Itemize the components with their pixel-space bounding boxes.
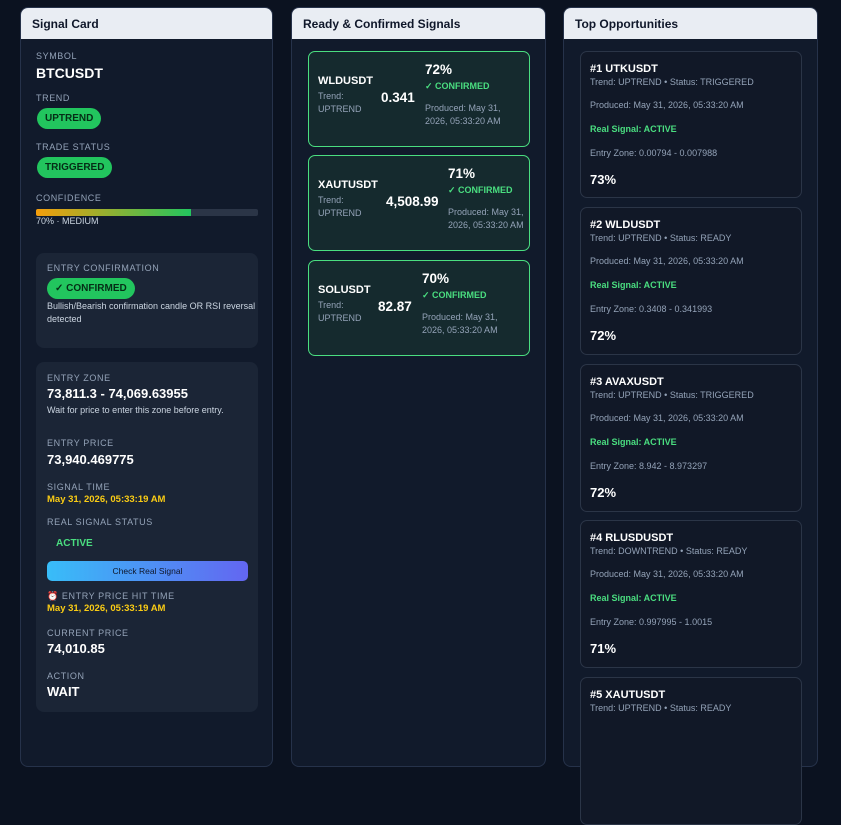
trade-status-label: TRADE STATUS <box>36 142 111 152</box>
ready-signals-title: Ready & Confirmed Signals <box>292 8 545 39</box>
current-price-label: CURRENT PRICE <box>47 628 129 638</box>
entry-price-hit-time-value: May 31, 2026, 05:33:19 AM <box>47 603 166 614</box>
real-signal-status-value: ACTIVE <box>56 538 93 549</box>
entry-zone-label: ENTRY ZONE <box>47 373 111 383</box>
opportunity-card[interactable]: #5 XAUTUSDT Trend: UPTREND • Status: REA… <box>580 677 802 825</box>
current-price-value: 74,010.85 <box>47 641 105 656</box>
signal-card-item[interactable]: WLDUSDT Trend: UPTREND 0.341 72% ✓ CONFI… <box>308 51 530 147</box>
opportunity-status: Trend: UPTREND • Status: TRIGGERED <box>590 77 754 87</box>
confidence-label: CONFIDENCE <box>36 193 102 203</box>
opportunity-real-signal: Real Signal: ACTIVE <box>590 593 677 603</box>
opportunity-status: Trend: DOWNTREND • Status: READY <box>590 546 748 556</box>
opportunity-confidence: 72% <box>590 328 617 343</box>
opportunity-card[interactable]: #2 WLDUSDT Trend: UPTREND • Status: READ… <box>580 207 802 355</box>
symbol-label: SYMBOL <box>36 51 78 61</box>
signal-confirmed-status: ✓ CONFIRMED <box>448 185 513 195</box>
action-value: WAIT <box>47 684 80 699</box>
opportunity-real-signal: Real Signal: ACTIVE <box>590 437 677 447</box>
signal-card-title: Signal Card <box>21 8 272 39</box>
opportunity-title: #2 WLDUSDT <box>590 219 661 231</box>
trend-label: TREND <box>36 93 70 103</box>
opportunity-produced: Produced: May 31, 2026, 05:33:20 AM <box>590 569 744 579</box>
top-opportunities-panel: Top Opportunities #1 UTKUSDT Trend: UPTR… <box>563 7 818 825</box>
signal-card-item[interactable]: XAUTUSDT Trend: UPTREND 4,508.99 71% ✓ C… <box>308 155 530 251</box>
opportunity-produced: Produced: May 31, 2026, 05:33:20 AM <box>590 413 744 423</box>
signal-price: 0.341 <box>381 90 415 105</box>
opportunity-title: #4 RLUSDUSDT <box>590 532 674 544</box>
opportunity-confidence: 73% <box>590 172 617 187</box>
signal-produced-time: Produced: May 31, 2026, 05:33:20 AM <box>448 207 524 230</box>
confidence-text: 70% · MEDIUM <box>36 216 99 226</box>
signal-confidence: 70% <box>422 271 450 286</box>
signal-time-label: SIGNAL TIME <box>47 482 111 492</box>
signal-symbol: WLDUSDT <box>318 75 373 87</box>
entry-confirmation-box: ENTRY CONFIRMATION ✓ CONFIRMED Bullish/B… <box>36 253 258 348</box>
trade-status-badge: TRIGGERED <box>37 157 113 178</box>
opportunity-card[interactable]: #3 AVAXUSDT Trend: UPTREND • Status: TRI… <box>580 364 802 512</box>
signal-card-panel: Signal Card SYMBOL BTCUSDT TREND UPTREND… <box>20 7 273 767</box>
trend-badge: UPTREND <box>37 108 102 129</box>
opportunity-confidence: 72% <box>590 485 617 500</box>
signal-time-value: May 31, 2026, 05:33:19 AM <box>47 494 166 505</box>
signal-produced-time: Produced: May 31, 2026, 05:33:20 AM <box>425 103 501 126</box>
symbol-value: BTCUSDT <box>36 65 103 81</box>
signal-trend: Trend: UPTREND <box>318 91 362 114</box>
opportunity-entry-zone: Entry Zone: 8.942 - 8.973297 <box>590 461 708 471</box>
opportunity-real-signal: Real Signal: ACTIVE <box>590 124 677 134</box>
opportunity-entry-zone: Entry Zone: 0.997995 - 1.0015 <box>590 617 713 627</box>
signal-confidence: 72% <box>425 62 453 77</box>
entry-confirmation-badge: ✓ CONFIRMED <box>47 278 135 299</box>
signal-card-item[interactable]: SOLUSDT Trend: UPTREND 82.87 70% ✓ CONFI… <box>308 260 530 356</box>
opportunity-entry-zone: Entry Zone: 0.00794 - 0.007988 <box>590 148 718 158</box>
ready-signals-panel: Ready & Confirmed Signals WLDUSDT Trend:… <box>291 7 546 767</box>
opportunity-status: Trend: UPTREND • Status: READY <box>590 703 732 713</box>
entry-price-label: ENTRY PRICE <box>47 438 114 448</box>
signal-produced-time: Produced: May 31, 2026, 05:33:20 AM <box>422 312 498 335</box>
signal-confirmed-status: ✓ CONFIRMED <box>425 81 490 91</box>
signal-price: 4,508.99 <box>386 194 439 209</box>
entry-details-box: ENTRY ZONE 73,811.3 - 74,069.63955 Wait … <box>36 362 258 712</box>
confidence-bar <box>36 209 258 216</box>
entry-zone-value: 73,811.3 - 74,069.63955 <box>47 386 188 401</box>
signal-price: 82.87 <box>378 299 412 314</box>
entry-price-hit-time-label: ⏰ ENTRY PRICE HIT TIME <box>47 591 175 601</box>
check-real-signal-button[interactable]: Check Real Signal <box>47 561 248 581</box>
opportunity-card[interactable]: #4 RLUSDUSDT Trend: DOWNTREND • Status: … <box>580 520 802 668</box>
entry-confirmation-label: ENTRY CONFIRMATION <box>47 263 160 273</box>
entry-price-value: 73,940.469775 <box>47 452 134 467</box>
opportunity-title: #1 UTKUSDT <box>590 63 658 75</box>
opportunity-title: #5 XAUTUSDT <box>590 689 666 701</box>
signal-confirmed-status: ✓ CONFIRMED <box>422 290 487 300</box>
opportunity-real-signal: Real Signal: ACTIVE <box>590 280 677 290</box>
opportunity-produced: Produced: May 31, 2026, 05:33:20 AM <box>590 256 744 266</box>
top-opportunities-title: Top Opportunities <box>564 8 817 39</box>
real-signal-status-label: REAL SIGNAL STATUS <box>47 517 153 527</box>
opportunity-status: Trend: UPTREND • Status: TRIGGERED <box>590 390 754 400</box>
opportunity-title: #3 AVAXUSDT <box>590 376 664 388</box>
signal-confidence: 71% <box>448 166 476 181</box>
opportunity-confidence: 71% <box>590 641 617 656</box>
signal-trend: Trend: UPTREND <box>318 195 362 218</box>
confidence-bar-fill <box>36 209 192 216</box>
signal-symbol: XAUTUSDT <box>318 179 378 191</box>
action-label: ACTION <box>47 671 85 681</box>
signal-trend: Trend: UPTREND <box>318 300 362 323</box>
opportunity-produced: Produced: May 31, 2026, 05:33:20 AM <box>590 100 744 110</box>
entry-zone-note: Wait for price to enter this zone before… <box>47 405 224 415</box>
opportunity-card[interactable]: #1 UTKUSDT Trend: UPTREND • Status: TRIG… <box>580 51 802 198</box>
opportunity-status: Trend: UPTREND • Status: READY <box>590 233 732 243</box>
entry-confirmation-note: Bullish/Bearish confirmation candle OR R… <box>47 301 256 324</box>
signal-symbol: SOLUSDT <box>318 284 371 296</box>
opportunity-entry-zone: Entry Zone: 0.3408 - 0.341993 <box>590 304 713 314</box>
